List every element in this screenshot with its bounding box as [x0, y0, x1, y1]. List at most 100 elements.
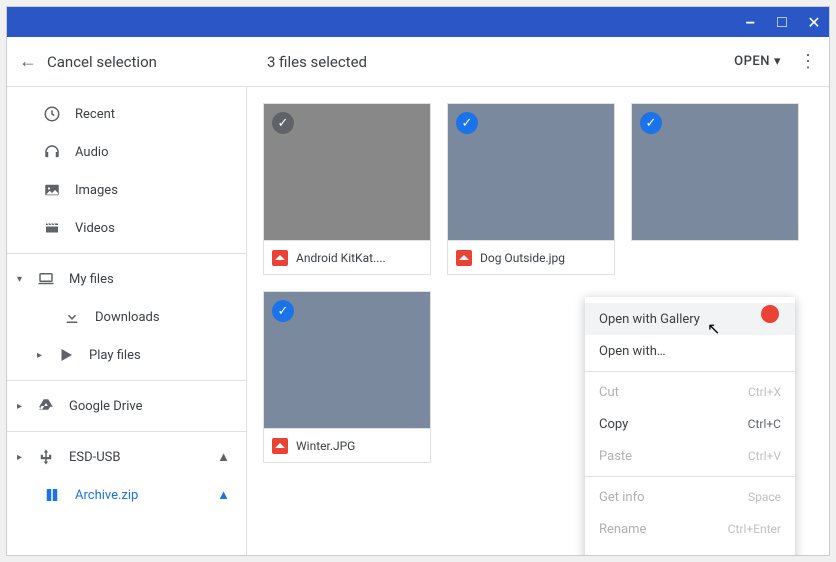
sidebar-label: Audio	[75, 145, 108, 160]
sidebar-label: My files	[69, 272, 114, 287]
eject-icon[interactable]: ▲	[217, 449, 230, 465]
shortcut: Ctrl+X	[748, 385, 781, 399]
play-icon	[57, 346, 75, 364]
chevron-right-icon[interactable]: ▸	[17, 452, 27, 463]
selection-check-icon[interactable]: ✓	[640, 112, 662, 134]
close-icon[interactable]: ✕	[805, 13, 823, 32]
more-options-icon[interactable]: ⋮	[799, 51, 817, 72]
menu-paste: Paste Ctrl+V	[585, 440, 795, 472]
file-item[interactable]: ✓ Android KitKat....	[263, 103, 431, 275]
sidebar-item-audio[interactable]: Audio	[7, 133, 246, 171]
content-area: Recent Audio Images Videos ▾ My files	[7, 87, 829, 555]
menu-get-info: Get info Space	[585, 481, 795, 513]
download-icon	[63, 308, 81, 326]
menu-label: Copy	[599, 417, 628, 432]
cancel-selection-label[interactable]: Cancel selection	[47, 53, 157, 71]
selection-check-icon[interactable]: ✓	[272, 112, 294, 134]
menu-delete: Delete Alt+Backspace	[585, 545, 795, 556]
divider	[7, 431, 246, 432]
context-menu: Open with Gallery Open with… Cut Ctrl+X C…	[585, 297, 795, 556]
image-file-icon	[456, 250, 472, 266]
menu-label: Rename	[599, 522, 646, 537]
menu-label: Delete	[599, 554, 636, 557]
file-name: Android KitKat....	[296, 251, 386, 265]
maximize-icon[interactable]: □	[773, 12, 791, 32]
sidebar-item-my-files[interactable]: ▾ My files	[7, 260, 246, 298]
sidebar-item-videos[interactable]: Videos	[7, 209, 246, 247]
sidebar-label: Videos	[75, 221, 115, 236]
file-caption: Winter.JPG	[263, 429, 431, 463]
headphones-icon	[43, 143, 61, 161]
menu-label: Paste	[599, 449, 632, 464]
menu-copy[interactable]: Copy Ctrl+C	[585, 408, 795, 440]
sidebar-item-downloads[interactable]: Downloads	[7, 298, 246, 336]
shortcut: Space	[748, 490, 781, 504]
sidebar-item-esd-usb[interactable]: ▸ ESD-USB ▲	[7, 438, 246, 476]
divider	[7, 380, 246, 381]
chevron-right-icon[interactable]: ▸	[37, 350, 47, 361]
open-button-label: OPEN	[734, 54, 770, 69]
sidebar-label: Archive.zip	[75, 488, 138, 503]
files-app-window: – □ ✕ ← Cancel selection 3 files selecte…	[6, 6, 830, 556]
file-item[interactable]: ✓	[631, 103, 799, 275]
eject-icon[interactable]: ▲	[217, 487, 230, 503]
open-button[interactable]: OPEN ▾	[734, 54, 781, 69]
menu-label: Open with Gallery	[599, 312, 700, 327]
shortcut: Ctrl+C	[748, 417, 781, 431]
sidebar-item-recent[interactable]: Recent	[7, 95, 246, 133]
sidebar-label: Images	[75, 183, 118, 198]
back-arrow-icon[interactable]: ←	[19, 51, 37, 72]
sidebar-label: ESD-USB	[69, 450, 120, 465]
sidebar-item-images[interactable]: Images	[7, 171, 246, 209]
sidebar-label: Downloads	[95, 310, 160, 325]
menu-label: Cut	[599, 385, 619, 400]
divider	[7, 253, 246, 254]
sidebar-label: Recent	[75, 107, 115, 122]
image-icon	[43, 181, 61, 199]
menu-open-with[interactable]: Open with…	[585, 335, 795, 367]
menu-label: Open with…	[599, 344, 666, 359]
file-name: Dog Outside.jpg	[480, 251, 565, 265]
thumbnail: ✓	[263, 291, 431, 429]
clapper-icon	[43, 219, 61, 237]
thumbnail: ✓	[447, 103, 615, 241]
selection-check-icon[interactable]: ✓	[456, 112, 478, 134]
file-item[interactable]: ✓ Dog Outside.jpg	[447, 103, 615, 275]
menu-separator	[585, 476, 795, 477]
image-file-icon	[272, 250, 288, 266]
sidebar-label: Google Drive	[69, 399, 142, 414]
sidebar-item-archive[interactable]: Archive.zip ▲	[7, 476, 246, 514]
shortcut: Ctrl+V	[748, 449, 781, 463]
sidebar-item-play-files[interactable]: ▸ Play files	[7, 336, 246, 374]
file-caption: Dog Outside.jpg	[447, 241, 615, 275]
shortcut: Alt+Backspace	[701, 554, 781, 556]
selection-check-icon[interactable]: ✓	[272, 300, 294, 322]
menu-rename: Rename Ctrl+Enter	[585, 513, 795, 545]
shortcut: Ctrl+Enter	[728, 522, 781, 536]
thumbnail: ✓	[263, 103, 431, 241]
menu-label: Get info	[599, 490, 645, 505]
chevron-down-icon[interactable]: ▾	[17, 274, 27, 285]
minimize-icon[interactable]: –	[741, 13, 759, 32]
drive-icon	[37, 397, 55, 415]
menu-cut: Cut Ctrl+X	[585, 376, 795, 408]
file-caption: Android KitKat....	[263, 241, 431, 275]
thumbnail: ✓	[631, 103, 799, 241]
sidebar: Recent Audio Images Videos ▾ My files	[7, 87, 247, 555]
extension-badge-icon	[761, 305, 779, 323]
selection-count-label: 3 files selected	[267, 53, 367, 71]
archive-icon	[43, 486, 61, 504]
menu-separator	[585, 371, 795, 372]
image-file-icon	[272, 438, 288, 454]
toolbar: ← Cancel selection 3 files selected OPEN…	[7, 37, 829, 87]
sidebar-label: Play files	[89, 348, 141, 363]
chevron-right-icon[interactable]: ▸	[17, 401, 27, 412]
file-item[interactable]: ✓ Winter.JPG	[263, 291, 431, 463]
caret-down-icon: ▾	[774, 54, 781, 69]
clock-icon	[43, 105, 61, 123]
file-name: Winter.JPG	[296, 439, 355, 453]
usb-icon	[37, 448, 55, 466]
sidebar-item-google-drive[interactable]: ▸ Google Drive	[7, 387, 246, 425]
laptop-icon	[37, 270, 55, 288]
titlebar: – □ ✕	[7, 7, 829, 37]
